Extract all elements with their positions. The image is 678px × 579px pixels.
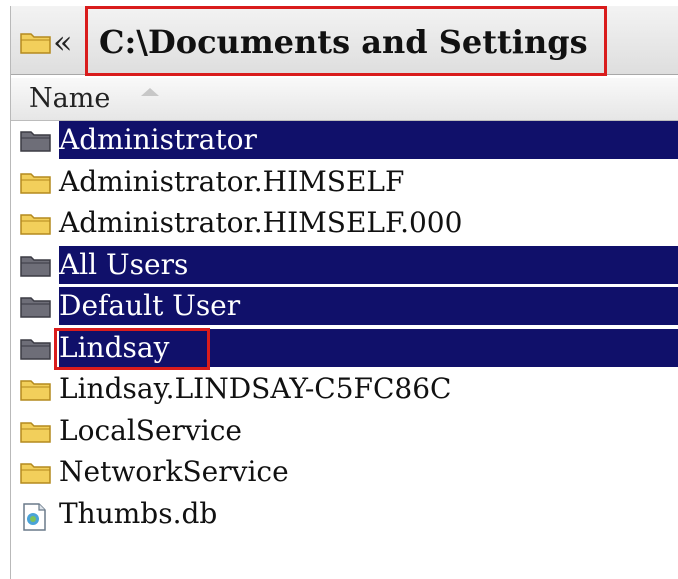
list-item[interactable]: Administrator.HIMSELF.000 [11, 203, 678, 243]
list-item[interactable]: Default User [11, 286, 678, 326]
list-item[interactable]: LocalService [11, 411, 678, 451]
folder-icon [19, 294, 53, 324]
list-item[interactable]: Thumbs.db [11, 494, 678, 534]
list-item[interactable]: Administrator.HIMSELF [11, 162, 678, 202]
highlight-box-lindsay [54, 327, 210, 370]
folder-icon [19, 336, 53, 366]
folder-icon [19, 170, 53, 200]
column-header-label: Name [29, 83, 111, 114]
list-item-label: Thumbs.db [59, 496, 218, 530]
list-item[interactable]: Administrator [11, 120, 678, 160]
explorer-panel: « C:\Documents and Settings Name Adminis… [10, 6, 678, 579]
list-item-label: Default User [59, 289, 241, 322]
list-item-label: Administrator [59, 123, 257, 156]
breadcrumb-back-arrow[interactable]: « [53, 22, 73, 62]
folder-icon [19, 460, 53, 490]
folder-icon [19, 253, 53, 283]
folder-icon [19, 29, 53, 59]
list-item[interactable]: Lindsay.LINDSAY-C5FC86C [11, 369, 678, 409]
folder-icon [19, 419, 53, 449]
database-file-icon [19, 502, 49, 536]
list-item-label: LocalService [59, 413, 242, 447]
folder-icon [19, 211, 53, 241]
list-item[interactable]: Lindsay [11, 327, 678, 370]
list-item-label: All Users [59, 247, 189, 281]
list-item[interactable]: All Users [11, 245, 678, 285]
list-item-label: Lindsay.LINDSAY-C5FC86C [59, 372, 452, 405]
folder-icon [19, 128, 53, 158]
list-item-label: NetworkService [59, 455, 289, 488]
column-header-name[interactable]: Name [11, 78, 678, 121]
list-item-label: Administrator.HIMSELF [59, 164, 405, 198]
highlight-box-path [85, 6, 607, 76]
list-item-label: Administrator.HIMSELF.000 [59, 206, 463, 239]
folder-icon [19, 377, 53, 407]
list-item[interactable]: NetworkService [11, 452, 678, 492]
sort-ascending-icon [141, 88, 159, 96]
